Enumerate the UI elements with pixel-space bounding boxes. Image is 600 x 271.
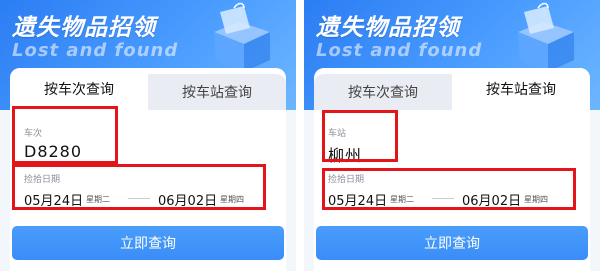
banner-title: 遗失物品招领 (316, 15, 460, 41)
station-search-panel: 遗失物品招领 Lost and found 按车次查询 按车站查询 车站 柳州 … (304, 0, 600, 271)
train-search-panel: 遗失物品招领 Lost and found 按车次查询 按车站查询 车次 D82… (0, 0, 296, 271)
tab-by-train[interactable]: 按车次查询 (314, 74, 452, 110)
tab-by-train[interactable]: 按车次查询 (10, 68, 148, 110)
tab-by-station[interactable]: 按车站查询 (148, 74, 286, 110)
highlight-box-date (12, 164, 266, 210)
banner-subtitle: Lost and found (12, 40, 179, 61)
query-button[interactable]: 立即查询 (316, 226, 588, 260)
highlight-box-station (322, 110, 398, 162)
highlight-box-date (322, 168, 576, 210)
box-illustration-icon (518, 2, 574, 72)
tab-by-station[interactable]: 按车站查询 (452, 68, 590, 110)
tab-bar: 按车次查询 按车站查询 (314, 68, 590, 110)
query-button[interactable]: 立即查询 (12, 226, 284, 260)
box-illustration-icon (214, 2, 270, 72)
banner-subtitle: Lost and found (316, 40, 483, 61)
highlight-box-train (12, 106, 118, 164)
banner-title: 遗失物品招领 (12, 15, 156, 41)
tab-bar: 按车次查询 按车站查询 (10, 68, 286, 110)
